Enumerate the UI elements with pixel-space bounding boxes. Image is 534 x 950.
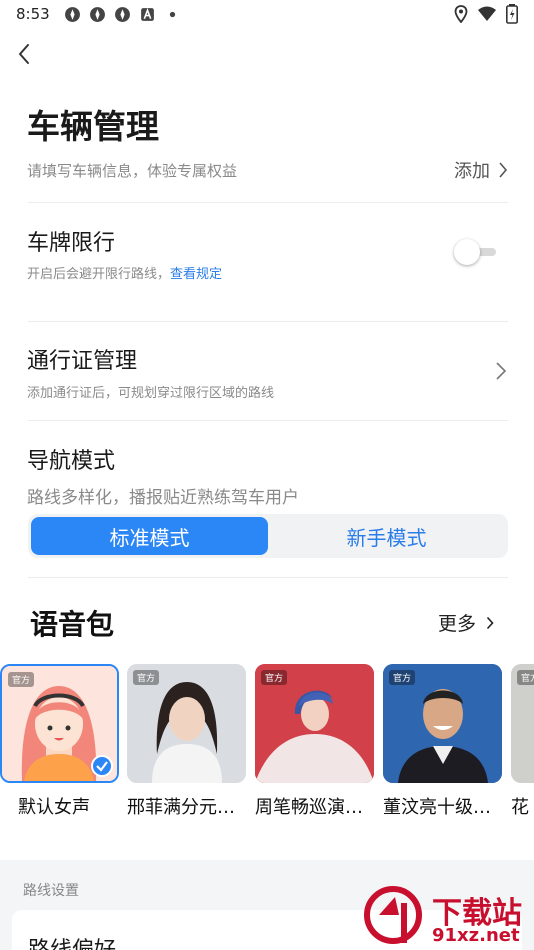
vehicle-subtitle: 请填写车辆信息，体验专属权益 xyxy=(27,162,238,180)
status-bar: 8:53 xyxy=(0,0,534,28)
voice-pack-item[interactable]: 官方 邢菲满分元… xyxy=(127,664,246,819)
more-label: 更多 xyxy=(437,613,476,635)
dot-icon xyxy=(169,11,175,17)
app-notification-icon xyxy=(64,6,80,22)
divider xyxy=(28,202,508,203)
voice-name: 花 xyxy=(511,797,529,818)
selected-check-icon xyxy=(91,755,113,777)
page-title: 车辆管理 xyxy=(27,107,159,146)
voice-pack-title: 语音包 xyxy=(30,608,115,641)
voice-avatar: 官方 xyxy=(255,664,374,783)
plate-limit-desc: 开启后会避开限行路线，查看规定 xyxy=(27,263,222,282)
voice-name: 周笔畅巡演… xyxy=(255,797,363,818)
app-notification-icon xyxy=(89,6,105,22)
voice-pack-item[interactable]: 官方 董汶亮十级… xyxy=(383,664,502,819)
battery-icon xyxy=(506,4,518,24)
voice-avatar: 官方 xyxy=(383,664,502,783)
voice-avatar: 官方 xyxy=(0,664,119,783)
official-badge: 官方 xyxy=(133,670,160,685)
toggle-knob xyxy=(454,239,480,265)
voice-name: 邢菲满分元… xyxy=(127,797,235,818)
nav-mode-desc: 路线多样化，播报贴近熟练驾车用户 xyxy=(27,488,299,508)
permit-desc: 添加通行证后，可规划穿过限行区域的路线 xyxy=(27,386,275,401)
chevron-right-icon xyxy=(486,616,494,629)
permit-chevron-right-icon[interactable] xyxy=(494,361,508,381)
voice-pack-list: 官方 默认女声 官方 邢菲满分元… 官方 周笔畅巡演… 官方 董汶亮十级… 官 … xyxy=(0,664,534,824)
route-preference-title: 路线偏好 xyxy=(28,932,116,950)
voice-name: 董汶亮十级… xyxy=(383,797,491,818)
view-rules-link[interactable]: 查看规定 xyxy=(170,267,222,282)
plate-limit-desc-text: 开启后会避开限行路线， xyxy=(27,267,171,282)
plate-limit-toggle[interactable] xyxy=(454,239,500,265)
a-notification-icon xyxy=(140,7,154,21)
divider xyxy=(28,321,508,322)
official-badge: 官方 xyxy=(517,670,534,685)
voice-pack-item[interactable]: 官方 默认女声 xyxy=(0,664,119,819)
official-badge: 官方 xyxy=(389,670,416,685)
voice-pack-item[interactable]: 官方 花 xyxy=(511,664,534,819)
voice-avatar: 官方 xyxy=(127,664,246,783)
chevron-right-icon xyxy=(499,162,508,178)
back-icon[interactable] xyxy=(14,42,36,66)
nav-mode-title: 导航模式 xyxy=(27,449,116,474)
voice-avatar: 官方 xyxy=(511,664,534,783)
location-icon xyxy=(454,5,468,23)
nav-mode-standard[interactable]: 标准模式 xyxy=(31,517,268,555)
route-settings-label: 路线设置 xyxy=(23,883,79,899)
official-badge: 官方 xyxy=(261,670,288,685)
permit-title: 通行证管理 xyxy=(27,349,138,374)
voice-pack-item[interactable]: 官方 周笔畅巡演… xyxy=(255,664,374,819)
add-vehicle-button[interactable]: 添加 xyxy=(454,157,508,183)
wifi-icon xyxy=(478,6,496,21)
divider xyxy=(28,577,508,578)
divider xyxy=(28,420,508,421)
plate-limit-title: 车牌限行 xyxy=(27,231,116,256)
voice-name: 默认女声 xyxy=(18,797,90,818)
status-time: 8:53 xyxy=(16,5,50,23)
nav-mode-beginner[interactable]: 新手模式 xyxy=(268,517,505,555)
official-badge: 官方 xyxy=(8,672,35,687)
add-vehicle-label: 添加 xyxy=(454,161,490,182)
voice-pack-more-button[interactable]: 更多 xyxy=(438,609,494,636)
watermark-url: 91xz.net xyxy=(432,925,520,946)
app-notification-icon xyxy=(114,6,130,22)
nav-mode-segmented-control: 标准模式 新手模式 xyxy=(28,514,508,558)
